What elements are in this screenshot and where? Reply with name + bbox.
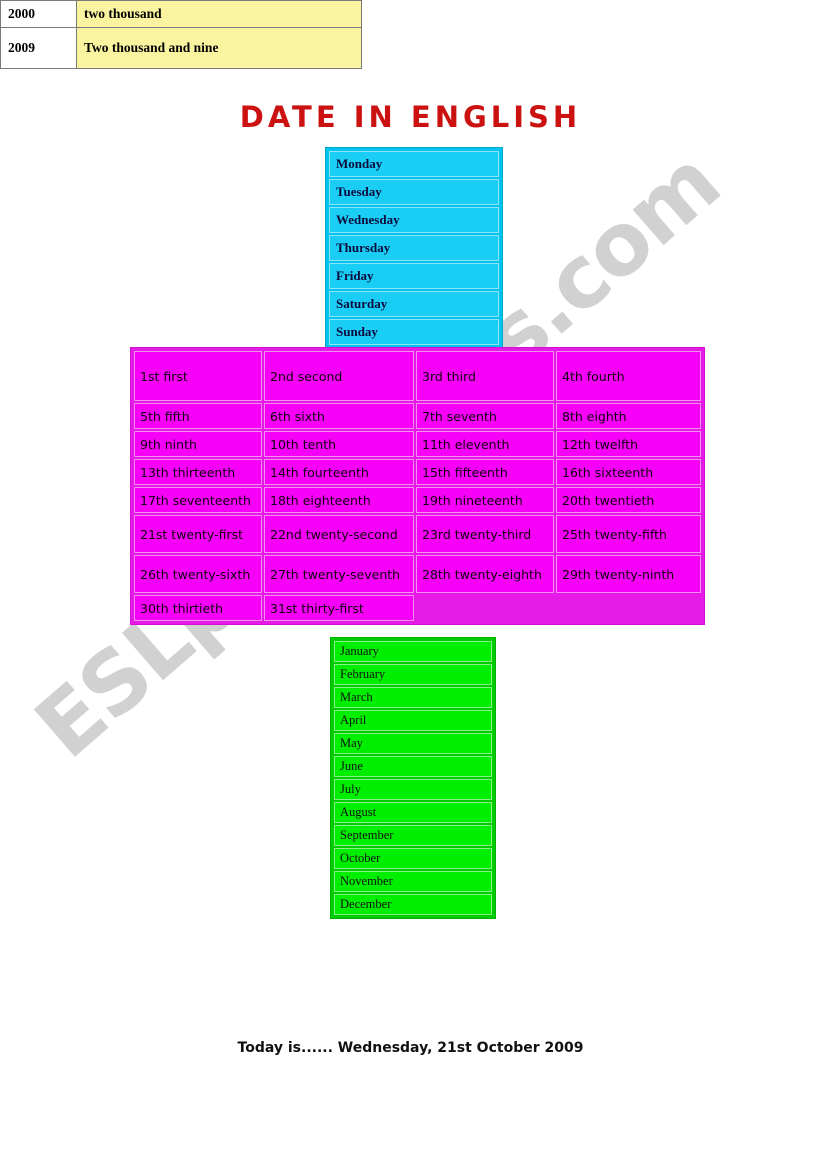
ordinal-cell: 7th seventh	[416, 403, 554, 429]
table-row: April	[334, 710, 492, 731]
page-title: DATE IN ENGLISH	[239, 100, 582, 134]
ordinal-cell: 25th twenty-fifth	[556, 515, 701, 553]
table-row: March	[334, 687, 492, 708]
table-row: August	[334, 802, 492, 823]
month-cell: February	[334, 664, 492, 685]
days-of-week-table: Monday Tuesday Wednesday Thursday Friday…	[325, 147, 503, 349]
table-row: October	[334, 848, 492, 869]
month-cell: June	[334, 756, 492, 777]
table-row: 2009 Two thousand and nine	[0, 27, 362, 69]
ordinal-cell: 3rd third	[416, 351, 554, 401]
ordinal-cell: 11th eleventh	[416, 431, 554, 457]
ordinal-cell: 18th eighteenth	[264, 487, 414, 513]
table-row: Wednesday	[329, 207, 499, 233]
table-row: 30th thirtieth 31st thirty-first	[134, 595, 701, 621]
ordinal-cell: 21st twenty-first	[134, 515, 262, 553]
day-cell: Wednesday	[329, 207, 499, 233]
table-row: January	[334, 641, 492, 662]
table-row: 2000 two thousand	[0, 0, 362, 28]
day-cell: Monday	[329, 151, 499, 177]
day-cell: Thursday	[329, 235, 499, 261]
month-cell: January	[334, 641, 492, 662]
table-row: Tuesday	[329, 179, 499, 205]
month-cell: April	[334, 710, 492, 731]
day-cell: Friday	[329, 263, 499, 289]
table-row: 9th ninth 10th tenth 11th eleventh 12th …	[134, 431, 701, 457]
day-cell: Sunday	[329, 319, 499, 345]
table-row: Saturday	[329, 291, 499, 317]
year-number-cell: 2009	[0, 27, 77, 69]
table-row: 17th seventeenth 18th eighteenth 19th ni…	[134, 487, 701, 513]
table-row: 26th twenty-sixth 27th twenty-seventh 28…	[134, 555, 701, 593]
ordinal-cell: 15th fifteenth	[416, 459, 554, 485]
ordinal-cell: 28th twenty-eighth	[416, 555, 554, 593]
year-words-cell: Two thousand and nine	[76, 27, 362, 69]
year-words-cell: two thousand	[76, 0, 362, 28]
ordinal-cell: 27th twenty-seventh	[264, 555, 414, 593]
table-row: Sunday	[329, 319, 499, 345]
ordinal-cell: 14th fourteenth	[264, 459, 414, 485]
ordinal-cell: 9th ninth	[134, 431, 262, 457]
day-cell: Tuesday	[329, 179, 499, 205]
month-cell: March	[334, 687, 492, 708]
months-table: January February March April May June Ju…	[330, 637, 496, 919]
table-row: Monday	[329, 151, 499, 177]
table-row: 13th thirteenth 14th fourteenth 15th fif…	[134, 459, 701, 485]
ordinal-cell: 20th twentieth	[556, 487, 701, 513]
ordinal-cell: 2nd second	[264, 351, 414, 401]
ordinal-cell: 16th sixteenth	[556, 459, 701, 485]
today-is-line: Today is...... Wednesday, 21st October 2…	[237, 1040, 584, 1056]
ordinal-cell: 13th thirteenth	[134, 459, 262, 485]
ordinal-cell: 22nd twenty-second	[264, 515, 414, 553]
table-row: Thursday	[329, 235, 499, 261]
month-cell: November	[334, 871, 492, 892]
ordinal-cell: 8th eighth	[556, 403, 701, 429]
ordinal-cell: 31st thirty-first	[264, 595, 414, 621]
ordinal-cell: 26th twenty-sixth	[134, 555, 262, 593]
table-row: November	[334, 871, 492, 892]
ordinal-cell: 6th sixth	[264, 403, 414, 429]
ordinal-cell-empty	[556, 595, 701, 621]
ordinal-cell: 29th twenty-ninth	[556, 555, 701, 593]
ordinal-cell: 4th fourth	[556, 351, 701, 401]
day-cell: Saturday	[329, 291, 499, 317]
month-cell: October	[334, 848, 492, 869]
ordinal-cell: 30th thirtieth	[134, 595, 262, 621]
ordinal-cell: 5th fifth	[134, 403, 262, 429]
table-row: July	[334, 779, 492, 800]
ordinal-cell-empty	[416, 595, 554, 621]
years-table: 2000 two thousand 2009 Two thousand and …	[0, 0, 362, 69]
table-row: Friday	[329, 263, 499, 289]
table-row: June	[334, 756, 492, 777]
table-row: 1st first 2nd second 3rd third 4th fourt…	[134, 351, 701, 401]
ordinal-cell: 23rd twenty-third	[416, 515, 554, 553]
ordinal-cell: 12th twelfth	[556, 431, 701, 457]
month-cell: August	[334, 802, 492, 823]
ordinal-numbers-table: 1st first 2nd second 3rd third 4th fourt…	[130, 347, 705, 625]
table-row: May	[334, 733, 492, 754]
ordinal-cell: 17th seventeenth	[134, 487, 262, 513]
month-cell: May	[334, 733, 492, 754]
ordinal-cell: 19th nineteenth	[416, 487, 554, 513]
table-row: September	[334, 825, 492, 846]
year-number-cell: 2000	[0, 0, 77, 28]
month-cell: December	[334, 894, 492, 915]
table-row: 21st twenty-first 22nd twenty-second 23r…	[134, 515, 701, 553]
table-row: 5th fifth 6th sixth 7th seventh 8th eigh…	[134, 403, 701, 429]
table-row: February	[334, 664, 492, 685]
month-cell: July	[334, 779, 492, 800]
ordinal-cell: 1st first	[134, 351, 262, 401]
table-row: December	[334, 894, 492, 915]
month-cell: September	[334, 825, 492, 846]
ordinal-cell: 10th tenth	[264, 431, 414, 457]
